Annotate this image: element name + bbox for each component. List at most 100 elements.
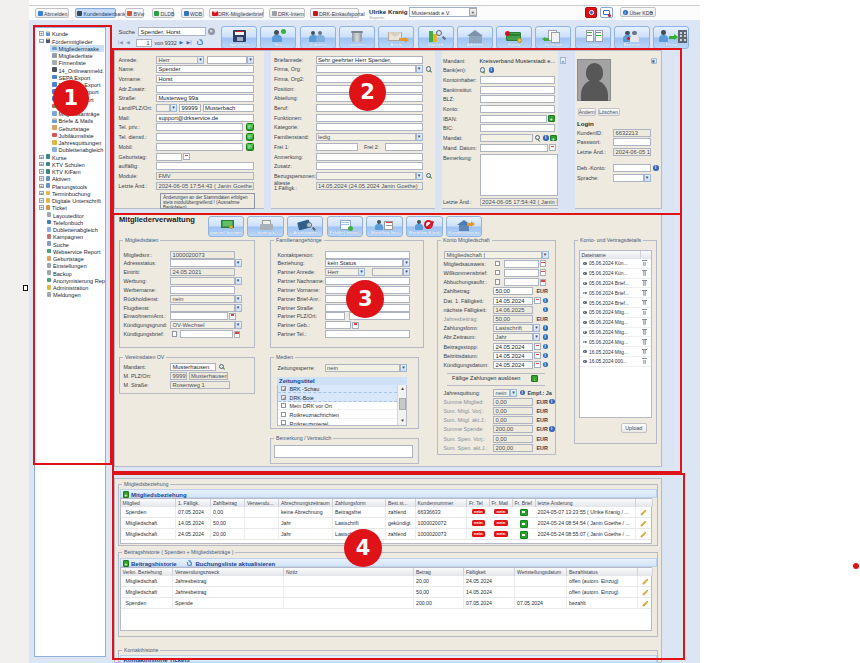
logout-icon xyxy=(38,11,43,16)
pager-total-label: von 9332 xyxy=(155,40,181,47)
person-body2 xyxy=(630,35,639,42)
annotation-circle-1: 1 xyxy=(53,80,89,116)
main-toolbar-button-statistik[interactable]: Statistik xyxy=(418,26,454,49)
building-window xyxy=(680,35,682,37)
topbar-button-label: DLDB xyxy=(161,11,175,17)
cart-icon xyxy=(313,11,318,16)
building-window xyxy=(684,35,686,37)
main-toolbar-button-speichern[interactable]: Speichern xyxy=(221,26,257,49)
topbar-button-bvw[interactable]: BVw xyxy=(125,8,145,18)
annotation-dot xyxy=(853,563,859,569)
topbar-button-drk-intern[interactable]: DRK-Intern xyxy=(269,8,305,18)
main-toolbar-button-label: Speichern xyxy=(222,42,256,47)
main-toolbar-button-vordruck[interactable]: Vordruck xyxy=(535,26,571,49)
pager-first-icon[interactable]: |◀ xyxy=(118,40,124,47)
main-toolbar-button-neu[interactable]: Neu xyxy=(260,26,296,49)
main-toolbar-button-label: Listen xyxy=(576,42,610,47)
bvw-icon xyxy=(127,11,132,16)
line4 xyxy=(596,35,601,36)
main-toolbar-button-label: Vordruck xyxy=(536,42,570,47)
main-toolbar-button-konto[interactable]: Konto xyxy=(496,26,532,49)
person-body xyxy=(659,35,668,43)
user-role: Expertin xyxy=(370,15,410,20)
pager-next-icon[interactable]: ▶ xyxy=(180,40,185,47)
person-head xyxy=(661,30,666,35)
main-toolbar-button-label: Firma xyxy=(654,42,688,47)
building-window xyxy=(680,32,682,34)
main-toolbar-button-label: Adresse xyxy=(458,42,492,47)
main-toolbar-button-dublette[interactable]: Dublette xyxy=(300,26,336,49)
main-toolbar-button-label: Statistik xyxy=(419,42,453,47)
record-icon[interactable] xyxy=(585,7,597,18)
topbar-button-label: DRK-Intern xyxy=(278,11,304,17)
building-window xyxy=(680,39,682,41)
topbar-button-kundendatenbank[interactable]: Kundendatenbank xyxy=(75,8,117,18)
topbar-button-label: WDB xyxy=(190,11,202,17)
dldb-icon xyxy=(154,11,159,16)
database-person-icon xyxy=(77,11,82,16)
search-input[interactable]: Spender, Horst xyxy=(138,27,206,37)
main-toolbar-button-briefe[interactable]: Briefe xyxy=(378,26,414,49)
annotation-rect-4 xyxy=(112,473,685,661)
person-body2 xyxy=(316,35,325,42)
red-dot xyxy=(627,37,630,40)
line3 xyxy=(596,32,601,33)
chevron-down-icon[interactable]: ▼ xyxy=(469,8,477,16)
annotation-rect-3 xyxy=(112,213,682,473)
monitor-icon[interactable] xyxy=(600,7,613,18)
main-toolbar-button-label: Neu xyxy=(261,42,295,47)
floppy-slot xyxy=(237,37,243,41)
plus-glyph xyxy=(281,29,286,34)
clear-icon[interactable]: × xyxy=(208,28,215,35)
main-toolbar-button-label: Dublette xyxy=(301,42,335,47)
main-toolbar-button-l-schen[interactable]: Löschen xyxy=(339,26,375,49)
info-icon: i xyxy=(623,10,628,15)
annotation-rect-2 xyxy=(112,48,682,215)
topbar-button-drk-einkaufsportal[interactable]: DRK-Einkaufsportal xyxy=(310,8,359,18)
search-label: Suche xyxy=(119,29,137,36)
topbar-button-label: Abmelden xyxy=(44,11,67,17)
wdb-icon xyxy=(184,11,189,16)
main-toolbar-button-adresse[interactable]: Adresse xyxy=(457,26,493,49)
pager-last-icon[interactable]: ▶| xyxy=(187,40,193,47)
record-inner xyxy=(589,10,594,15)
topbar-button-label: BVw xyxy=(134,11,145,17)
line2 xyxy=(587,35,592,36)
mail-flap xyxy=(212,11,218,13)
main-toolbar-button-listen[interactable]: Listen xyxy=(575,26,611,49)
main-toolbar-button-label: Löschen xyxy=(340,42,374,47)
topbar-button-label: DRK-Mitgliederbrief xyxy=(218,11,263,17)
building-window xyxy=(684,39,686,41)
topbar-button-drk-mitgliederbrief[interactable]: DRK-Mitgliederbrief xyxy=(209,8,264,18)
bar1 xyxy=(429,31,433,42)
main-toolbar-button-firma[interactable]: Firma xyxy=(653,26,689,49)
pager-refresh-icon[interactable] xyxy=(197,40,203,46)
building-window xyxy=(684,32,686,34)
topbar-button-wdb[interactable]: WDB xyxy=(181,8,204,18)
trash-body xyxy=(352,32,362,42)
trash-lid xyxy=(351,31,363,33)
main-toolbar-button-betreuer[interactable]: Betreuer xyxy=(614,26,650,49)
mandant-select[interactable]: Musterstadt e.V. ▼ xyxy=(409,7,477,18)
person-body xyxy=(272,35,282,42)
arrow-green2-tip xyxy=(674,34,678,40)
globe-icon xyxy=(272,11,277,16)
desktop-gray-strip xyxy=(0,0,29,663)
chevron-down-icon: ▼ xyxy=(650,11,653,15)
about-kdb-button[interactable]: iÜber KDB▼ xyxy=(620,7,657,18)
topbar-button-dldb[interactable]: DLDB xyxy=(152,8,174,18)
screenshot-canvas: Abmelden Kundendatenbank BVw DLDB WDB DRK-Mit… xyxy=(0,0,860,663)
topbar-button-label: DRK-Einkaufsportal xyxy=(319,11,365,17)
main-toolbar-button-label: Briefe xyxy=(379,42,413,47)
topbar-button-abmelden[interactable]: Abmelden xyxy=(35,8,69,18)
mag-circle xyxy=(436,30,442,36)
main-toolbar-button-label: Konto xyxy=(497,42,531,47)
envelope-flap xyxy=(388,32,402,37)
pager-page-input[interactable]: 1 xyxy=(136,39,153,48)
mandant-select-value: Musterstadt e.V. xyxy=(412,10,451,16)
arrow-green-tip xyxy=(542,37,545,41)
pager-prev-icon[interactable]: ◀ xyxy=(126,40,131,47)
annotation-square-handle xyxy=(23,285,28,291)
monitor-dot xyxy=(608,14,611,17)
mag-handle xyxy=(441,35,445,39)
